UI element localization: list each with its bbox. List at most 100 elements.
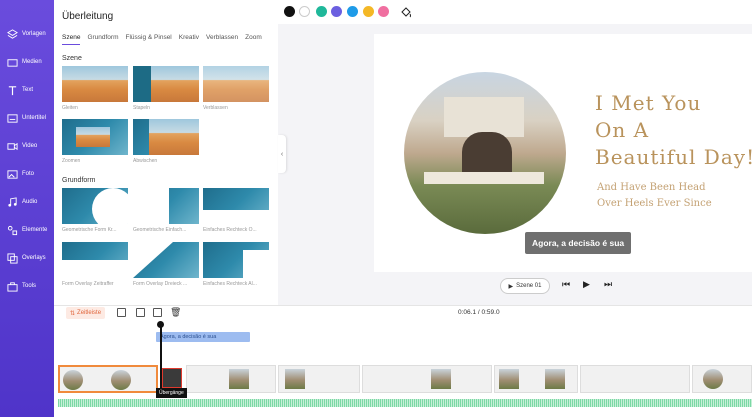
transition-thumb-shape-3[interactable] — [203, 188, 269, 224]
nav-item-elemente[interactable]: Elemente — [0, 216, 54, 244]
transition-thumb-stapeln[interactable] — [133, 66, 199, 102]
thumb-label: Geometrische Einfach... — [133, 227, 187, 233]
nav-label: Medien — [22, 59, 42, 65]
tab-fluessig-pinsel[interactable]: Flüssig & Pinsel — [126, 34, 172, 44]
clip-6[interactable] — [580, 365, 690, 393]
toolbox-icon — [5, 279, 19, 293]
left-nav: Vorlagen Medien Text Untertitel Video Fo… — [0, 0, 54, 417]
thumb-label: Zoomen — [62, 158, 81, 164]
transition-thumb-shape-4[interactable] — [62, 242, 128, 278]
headline-line-2[interactable]: On A — [595, 118, 649, 142]
color-swatch-pink[interactable] — [378, 6, 389, 17]
nav-label: Vorlagen — [22, 31, 46, 37]
nav-label: Untertitel — [22, 115, 47, 121]
clip-5[interactable] — [494, 365, 578, 393]
couple-photo — [404, 72, 566, 234]
zeitleiste-button[interactable]: ⇅ Zeitleiste — [66, 307, 106, 319]
music-icon — [5, 195, 19, 209]
zeitleiste-label: Zeitleiste — [77, 310, 102, 316]
nav-item-foto[interactable]: Foto — [0, 160, 54, 188]
clip-3[interactable] — [278, 365, 360, 393]
transition-thumb-shape-6[interactable] — [203, 242, 269, 278]
audio-waveform[interactable] — [58, 399, 752, 407]
folder-icon — [5, 55, 19, 69]
nav-item-text[interactable]: Text — [0, 76, 54, 104]
tab-szene[interactable]: Szene — [62, 34, 81, 45]
nav-item-overlays[interactable]: Overlays — [0, 244, 54, 272]
nav-label: Tools — [22, 283, 37, 289]
clip-2[interactable] — [186, 365, 276, 393]
thumb-label: Form Overlay Zeitraffer — [62, 281, 114, 287]
nav-item-medien[interactable]: Medien — [0, 48, 54, 76]
clip-4[interactable] — [362, 365, 492, 393]
sub-line-2[interactable]: Over Heels Ever Since — [597, 198, 712, 209]
color-swatch-black[interactable] — [284, 6, 295, 17]
tab-kreativ[interactable]: Kreativ — [179, 34, 199, 44]
color-swatch-white[interactable] — [299, 6, 310, 17]
nav-label: Video — [22, 143, 38, 149]
transition-thumb-gleiten[interactable] — [62, 66, 128, 102]
scene-label: Szene 01 — [516, 283, 542, 289]
nav-label: Text — [22, 87, 34, 93]
clip-7[interactable] — [692, 365, 752, 393]
headline-line-3[interactable]: Beautiful Day! — [595, 145, 752, 169]
nav-label: Overlays — [22, 255, 46, 261]
copy-icon[interactable] — [153, 308, 162, 317]
preview-stage: I Met You On A Beautiful Day! And Have B… — [374, 34, 752, 272]
thumb-label: Stapeln — [133, 105, 150, 111]
collapse-panel-handle[interactable]: ‹ — [278, 135, 286, 173]
playhead[interactable] — [160, 323, 162, 398]
scene-select-button[interactable]: ▶ Szene 01 — [500, 278, 550, 294]
transition-thumb-abwischen[interactable] — [133, 119, 199, 155]
transition-thumb-shape-5[interactable] — [133, 242, 199, 278]
transition-thumb-zoomen[interactable] — [62, 119, 128, 155]
tab-verblassen[interactable]: Verblassen — [206, 34, 238, 44]
clip-1[interactable] — [58, 365, 158, 393]
thumb-label: Geometrische Form Kr... — [62, 227, 117, 233]
thumb-label: Verblassen — [203, 105, 228, 111]
paint-bucket-icon[interactable] — [400, 5, 412, 18]
color-swatch-yellow[interactable] — [363, 6, 374, 17]
nav-item-vorlagen[interactable]: Vorlagen — [0, 20, 54, 48]
color-swatch-purple[interactable] — [331, 6, 342, 17]
text-icon — [5, 83, 19, 97]
thumb-label: Gleiten — [62, 105, 78, 111]
color-swatch-blue[interactable] — [347, 6, 358, 17]
tab-grundform[interactable]: Grundform — [87, 34, 118, 44]
nav-item-video[interactable]: Video — [0, 132, 54, 160]
photo-icon — [5, 167, 19, 181]
subtitle-clip[interactable]: Agora, a decisão é sua — [156, 332, 250, 342]
video-icon — [5, 139, 19, 153]
shapes-icon — [5, 223, 19, 237]
nav-item-tools[interactable]: Tools — [0, 272, 54, 300]
transition-panel: Überleitung Szene Grundform Flüssig & Pins… — [54, 0, 278, 305]
transition-thumb-verblassen[interactable] — [203, 66, 269, 102]
section-title-grundform: Grundform — [62, 177, 96, 184]
headline-line-1[interactable]: I Met You — [595, 91, 701, 115]
thumb-label: Einfaches Rechteck O... — [203, 227, 257, 233]
nav-item-audio[interactable]: Audio — [0, 188, 54, 216]
section-title-szene: Szene — [62, 55, 82, 62]
color-swatch-teal[interactable] — [316, 6, 327, 17]
split-icon[interactable] — [136, 308, 145, 317]
panel-title: Überleitung — [62, 11, 114, 22]
transition-thumb-shape-1[interactable] — [62, 188, 128, 224]
transition-marker[interactable] — [162, 368, 182, 388]
overlay-icon — [5, 251, 19, 265]
nav-label: Elemente — [22, 227, 48, 233]
play-icon[interactable]: ▶ — [583, 279, 590, 290]
trash-icon[interactable]: 🗑 — [170, 307, 181, 318]
add-clip-icon[interactable] — [117, 308, 126, 317]
sub-line-1[interactable]: And Have Been Head — [597, 182, 705, 193]
subtitle-caption[interactable]: Agora, a decisão é sua — [525, 232, 632, 254]
thumb-label: Einfaches Rechteck Al... — [203, 281, 257, 287]
transition-thumb-shape-2[interactable] — [133, 188, 199, 224]
thumb-label: Form Overlay Dreieck ... — [133, 281, 188, 287]
tab-zoom[interactable]: Zoom — [245, 34, 262, 44]
play-icon: ▶ — [508, 283, 514, 290]
skip-forward-icon[interactable]: ⏭ — [604, 279, 612, 290]
layers-icon — [5, 27, 19, 41]
skip-back-icon[interactable]: ⏮ — [562, 279, 570, 290]
subtitle-icon — [5, 111, 19, 125]
nav-item-untertitel[interactable]: Untertitel — [0, 104, 54, 132]
